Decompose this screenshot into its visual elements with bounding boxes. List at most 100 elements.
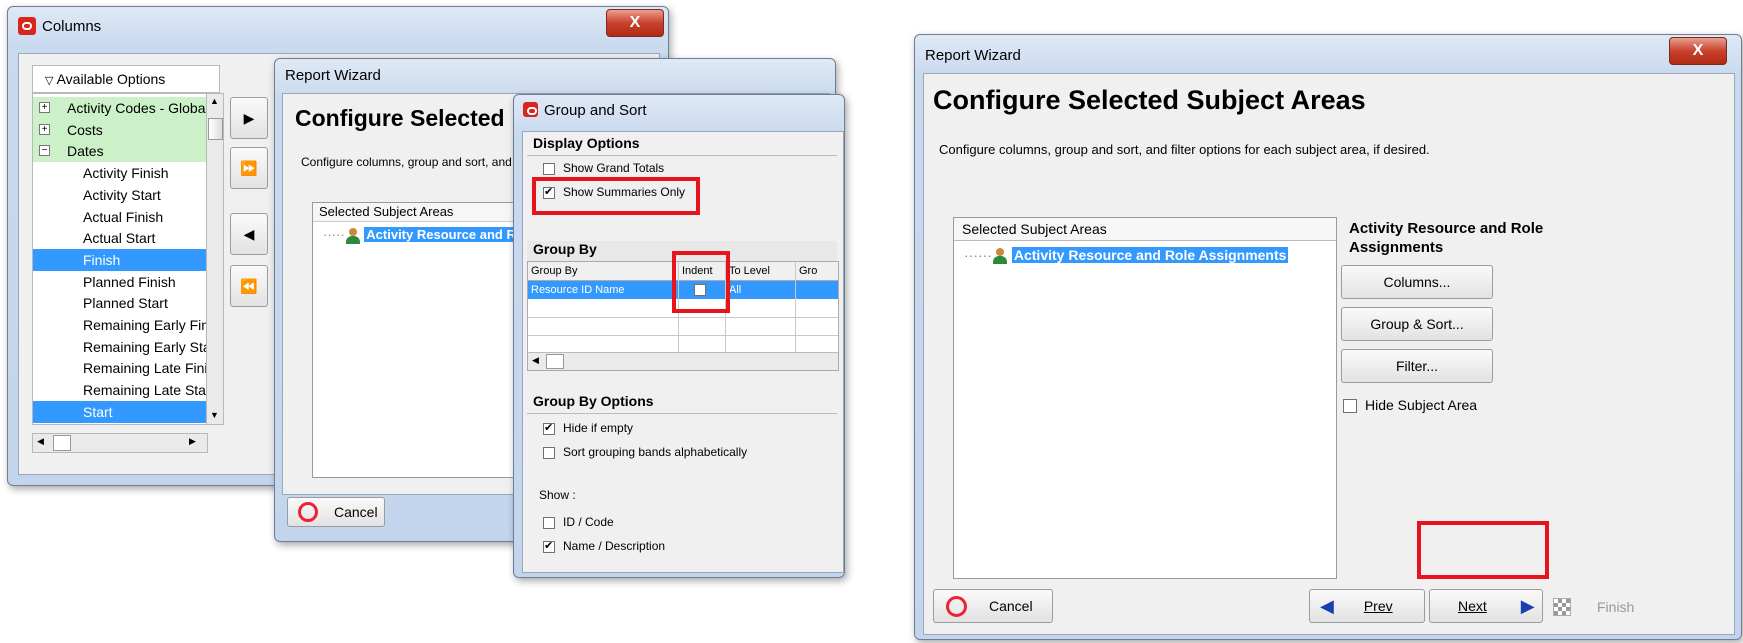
col-gro[interactable]: Gro: [799, 262, 817, 280]
wizard-back-item-label: Activity Resource and Role: [364, 227, 537, 242]
hide-subject-area-label: Hide Subject Area: [1365, 397, 1478, 413]
finish-button[interactable]: Finish: [1553, 591, 1663, 623]
remove-selected-button[interactable]: ◀: [230, 213, 268, 255]
collapse-icon[interactable]: −: [39, 145, 50, 157]
wizard-back-cancel-button[interactable]: Cancel: [287, 497, 385, 527]
cancel-icon: [946, 595, 967, 617]
group-sort-window: Group and Sort Display Options Show Gran…: [513, 94, 845, 578]
hide-subject-area-check[interactable]: [1343, 399, 1357, 414]
name-desc-check[interactable]: [543, 539, 555, 553]
wizard-back-list-item[interactable]: ····· Activity Resource and Role: [323, 225, 537, 245]
tree-item[interactable]: Remaining Late Start: [33, 379, 207, 401]
next-arrow-icon: ▶: [1520, 595, 1535, 616]
tree-hscrollbar[interactable]: ◀ ▶: [32, 433, 208, 453]
double-arrow-left-icon: ⏪: [240, 277, 258, 294]
highlight-next: [1417, 521, 1549, 579]
grid-scroll-thumb[interactable]: [546, 354, 564, 369]
subject-areas-list[interactable]: Selected Subject Areas ······ Activity R…: [953, 217, 1337, 579]
tree-item[interactable]: Planned Finish: [33, 271, 207, 293]
tree-header-label: Available Options: [56, 71, 166, 87]
cancel-label: Cancel: [989, 598, 1033, 614]
col-to-level[interactable]: To Level: [729, 262, 770, 280]
wizard-back-title: Report Wizard: [285, 67, 381, 84]
scroll-down-icon[interactable]: ▼: [210, 410, 219, 420]
hide-empty-label: Hide if empty: [563, 421, 634, 435]
scroll-left-icon[interactable]: ◀: [532, 355, 539, 366]
name-desc-checkbox[interactable]: Name / Description: [543, 539, 665, 553]
close-icon: X: [1692, 42, 1704, 59]
grand-totals-check[interactable]: [543, 162, 555, 175]
checkered-flag-icon: [1553, 598, 1571, 616]
columns-button[interactable]: Columns...: [1341, 265, 1493, 299]
subject-area-item[interactable]: ······ Activity Resource and Role Assign…: [964, 244, 1289, 266]
tree-item[interactable]: Activity Finish: [33, 162, 207, 184]
options-tree[interactable]: + Activity Codes - Global + Costs − Dates Acti…: [32, 93, 208, 425]
close-button[interactable]: X: [606, 9, 664, 37]
report-wizard-front: Report Wizard X Configure Selected Subje…: [914, 34, 1742, 640]
tree-item-label: Actual Start: [83, 230, 156, 247]
scroll-thumb[interactable]: [208, 118, 223, 140]
hscroll-thumb[interactable]: [53, 435, 71, 451]
scroll-left-icon[interactable]: ◀: [37, 436, 44, 447]
tree-item[interactable]: Remaining Early Star: [33, 336, 207, 358]
tree-header[interactable]: ▽ Available Options: [32, 65, 220, 93]
highlight-summaries: [532, 177, 700, 215]
expand-icon[interactable]: +: [39, 123, 50, 135]
add-selected-button[interactable]: ▶: [230, 97, 268, 139]
name-desc-label: Name / Description: [563, 539, 666, 553]
next-label: Next: [1458, 598, 1487, 614]
next-button[interactable]: Next ▶: [1429, 589, 1543, 623]
tree-item[interactable]: Activity Start: [33, 184, 207, 206]
sort-alpha-check[interactable]: [543, 446, 555, 459]
tree-item[interactable]: Remaining Late Finisl: [33, 357, 207, 379]
add-all-button[interactable]: ⏩: [230, 147, 268, 189]
row-group-by-value: Resource ID Name: [531, 284, 625, 296]
group-by-options-header: Group By Options: [527, 393, 837, 414]
tree-item[interactable]: − Dates: [33, 140, 207, 163]
wizard-back-description: Configure columns, group and sort, and: [301, 155, 512, 169]
tree-item[interactable]: Planned Start: [33, 292, 207, 314]
oracle-logo-icon: [18, 17, 36, 35]
close-icon: X: [629, 14, 641, 31]
wizard-front-heading: Configure Selected Subject Areas: [933, 85, 1366, 115]
scroll-right-icon[interactable]: ▶: [189, 436, 196, 447]
display-options-header: Display Options: [527, 135, 837, 156]
tree-scrollbar[interactable]: ▲ ▼: [206, 93, 224, 425]
subject-areas-header: Selected Subject Areas: [954, 218, 1336, 241]
cancel-button[interactable]: Cancel: [933, 589, 1053, 623]
col-group-by[interactable]: Group By: [531, 262, 577, 280]
group-sort-button[interactable]: Group & Sort...: [1341, 307, 1493, 341]
prev-button[interactable]: ◀ Prev: [1309, 589, 1425, 623]
id-code-checkbox[interactable]: ID / Code: [543, 515, 614, 529]
arrow-left-icon: ◀: [243, 225, 255, 242]
expand-icon[interactable]: +: [39, 102, 50, 113]
tree-item[interactable]: + Costs: [33, 118, 207, 141]
sort-alpha-checkbox[interactable]: Sort grouping bands alphabetically: [543, 445, 747, 459]
filter-button[interactable]: Filter...: [1341, 349, 1493, 383]
columns-button-label: Columns...: [1383, 274, 1451, 290]
tree-item-label: Costs: [67, 121, 103, 138]
tree-item[interactable]: Finish: [33, 248, 207, 271]
tree-item-label: Planned Start: [83, 295, 168, 312]
grid-hscrollbar[interactable]: ◀: [528, 352, 838, 370]
hide-subject-area-checkbox[interactable]: Hide Subject Area: [1343, 397, 1478, 414]
tree-item[interactable]: + Activity Codes - Global: [33, 97, 207, 119]
close-button[interactable]: X: [1669, 37, 1727, 65]
finish-label: Finish: [1597, 599, 1635, 615]
remove-all-button[interactable]: ⏪: [230, 265, 268, 307]
tree-item[interactable]: Actual Start: [33, 227, 207, 249]
hide-empty-check[interactable]: [543, 421, 555, 435]
double-arrow-right-icon: ⏩: [240, 159, 258, 176]
tree-item[interactable]: Actual Finish: [33, 206, 207, 228]
wizard-back-heading: Configure Selected: [295, 105, 505, 131]
id-code-check[interactable]: [543, 516, 555, 529]
tree-item[interactable]: Remaining Early Finis: [33, 314, 207, 336]
row-to-level-value: All: [729, 284, 742, 296]
hide-if-empty-checkbox[interactable]: Hide if empty: [543, 421, 633, 435]
collapse-triangle-icon: ▽: [45, 75, 54, 87]
show-grand-totals-checkbox[interactable]: Show Grand Totals: [543, 161, 664, 175]
display-options-label: Display Options: [533, 135, 640, 151]
tree-item[interactable]: Start: [33, 400, 207, 423]
scroll-up-icon[interactable]: ▲: [210, 96, 219, 106]
tree-item-label: Remaining Early Star: [83, 338, 208, 355]
